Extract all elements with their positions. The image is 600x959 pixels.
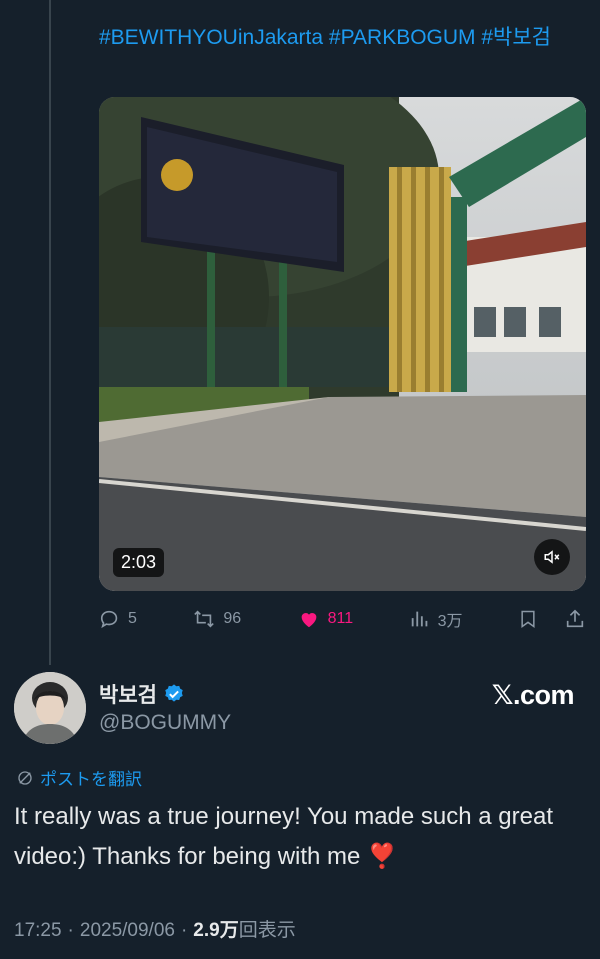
like-count: 811 [327,610,354,627]
like-button[interactable]: 811 [297,608,354,630]
reply-icon [100,610,118,629]
views-label: 回表示 [238,920,296,941]
meta-separator: · [67,920,74,941]
views-count: 3万 [437,613,463,630]
views-button[interactable]: 3万 [409,607,463,631]
avatar-image [14,672,86,744]
heart-icon [301,613,316,628]
post-date[interactable]: 2025/09/06 [80,920,175,942]
verified-badge-icon [165,684,183,702]
tweet-actions-bar: 5 96 811 3万 [99,604,586,634]
post-time[interactable]: 17:25 [14,920,62,942]
retweet-count: 96 [223,610,242,627]
thread-connector-line [49,0,51,665]
views-icon [411,611,427,627]
user-handle[interactable]: @BOGUMMY [99,711,231,735]
post-body-text: It really was a true journey! You made s… [14,803,553,870]
actions-right-group [518,608,586,630]
share-icon[interactable] [564,608,586,630]
author-name-row: 박보검 [99,679,185,709]
video-player[interactable]: 2:03 [99,97,586,591]
display-name[interactable]: 박보검 [99,679,157,709]
post-meta: 17:25 · 2025/09/06 · 2.9万回表示 [14,915,296,942]
bookmark-icon[interactable] [518,608,538,630]
views-total: 2.9万 [193,920,239,941]
retweet-icon [194,610,215,628]
translate-label: ポストを翻訳 [40,770,142,789]
mute-icon [544,550,560,564]
reply-button[interactable]: 5 [99,608,137,630]
reply-count: 5 [128,610,137,627]
mute-button[interactable] [534,539,570,575]
meta-separator-2: · [180,920,188,941]
retweet-button[interactable]: 96 [192,608,241,630]
video-thumbnail [99,97,586,591]
translate-post-link[interactable]: ポストを翻訳 [16,765,142,790]
x-com-watermark: 𝕏.com [491,680,575,710]
video-duration-badge: 2:03 [113,548,165,577]
hashtags-text[interactable]: #BEWITHYOUinJakarta #PARKBOGUM #박보검 [99,22,589,53]
translate-globe-icon [18,770,32,785]
avatar[interactable] [14,672,86,744]
